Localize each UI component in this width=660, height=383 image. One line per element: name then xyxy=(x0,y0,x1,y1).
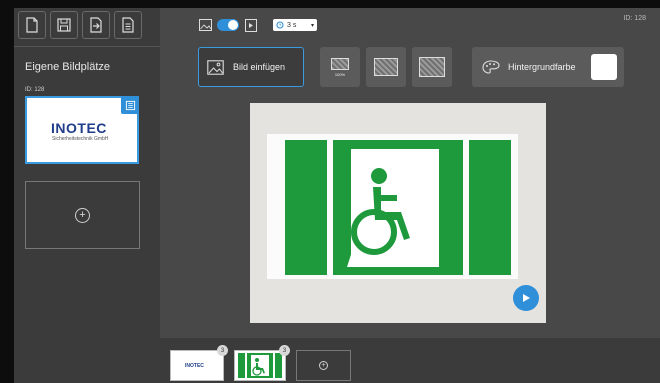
image-tile-inotec[interactable]: INOTEC Sicherheitstechnik GmbH xyxy=(25,96,139,164)
fit-icon xyxy=(374,58,398,76)
scale-100-label: 100% xyxy=(334,71,346,77)
new-file-button[interactable] xyxy=(18,11,46,39)
plus-icon: + xyxy=(75,207,90,223)
slide-strip: INOTEC 3 3 + xyxy=(160,338,660,383)
image-icon xyxy=(198,18,212,32)
slide-thumbnail-sign[interactable]: 3 xyxy=(234,345,290,381)
chevron-down-icon: ▾ xyxy=(310,22,314,29)
duration-select[interactable]: 3 s ▾ xyxy=(273,19,317,31)
add-image-slot[interactable]: + xyxy=(25,181,140,249)
edit-icon xyxy=(125,100,135,110)
save-icon xyxy=(57,18,71,32)
slideshow-icon xyxy=(244,18,258,32)
scale-100-button[interactable]: 100% xyxy=(320,47,360,87)
stretch-button[interactable] xyxy=(412,47,452,87)
plus-icon: + xyxy=(319,361,328,370)
play-preview-button[interactable] xyxy=(513,285,539,311)
tile-brand-text: INOTEC xyxy=(51,120,107,136)
slide-duration-badge: 3 xyxy=(217,345,228,356)
mode-toggle[interactable] xyxy=(217,19,239,31)
insert-image-label: Bild einfügen xyxy=(233,62,286,72)
background-color-button[interactable]: Hintergrundfarbe xyxy=(472,47,624,87)
top-controls: 3 s ▾ xyxy=(198,18,317,32)
preview-canvas[interactable] xyxy=(250,103,546,323)
duration-value: 3 s xyxy=(287,21,297,29)
image-id-label: ID: 128 xyxy=(623,15,646,22)
insert-image-icon xyxy=(207,59,224,75)
editor-area: 3 s ▾ ID: 128 Bild einfügen 100% Hinterg… xyxy=(160,8,660,338)
slide-duration-badge: 3 xyxy=(279,345,290,356)
stretch-icon xyxy=(419,57,445,77)
add-slide-button[interactable]: + xyxy=(296,350,351,381)
list-file-icon xyxy=(122,17,134,33)
insert-image-button[interactable]: Bild einfügen xyxy=(198,47,304,87)
save-button[interactable] xyxy=(50,11,78,39)
wheelchair-exit-thumb-icon xyxy=(238,353,282,378)
scale-100-icon xyxy=(331,57,349,70)
fit-button[interactable] xyxy=(366,47,406,87)
background-color-swatch[interactable] xyxy=(591,54,617,80)
play-icon xyxy=(523,294,530,302)
wheelchair-exit-sign xyxy=(285,140,511,275)
sidebar-divider xyxy=(14,46,160,47)
tile-id-label: ID: 128 xyxy=(25,87,45,93)
toggle-knob xyxy=(228,20,238,30)
preview-sign-area xyxy=(267,134,518,279)
new-file-icon xyxy=(26,17,38,33)
timer-icon xyxy=(276,21,284,29)
sidebar-title: Eigene Bildplätze xyxy=(25,61,111,73)
export-icon xyxy=(90,17,102,33)
export-button[interactable] xyxy=(82,11,110,39)
tile-brand-subtitle: Sicherheitstechnik GmbH xyxy=(52,136,109,142)
background-color-label: Hintergrundfarbe xyxy=(508,62,576,72)
sidebar-toolbar xyxy=(14,8,160,42)
palette-icon xyxy=(482,60,500,74)
list-file-button[interactable] xyxy=(114,11,142,39)
slide-thumbnail-logo[interactable]: INOTEC 3 xyxy=(170,345,228,381)
thumbnail-logo-text: INOTEC xyxy=(185,363,204,369)
sidebar: Eigene Bildplätze ID: 128 INOTEC Sicherh… xyxy=(14,8,160,383)
tile-edit-button[interactable] xyxy=(121,96,139,114)
